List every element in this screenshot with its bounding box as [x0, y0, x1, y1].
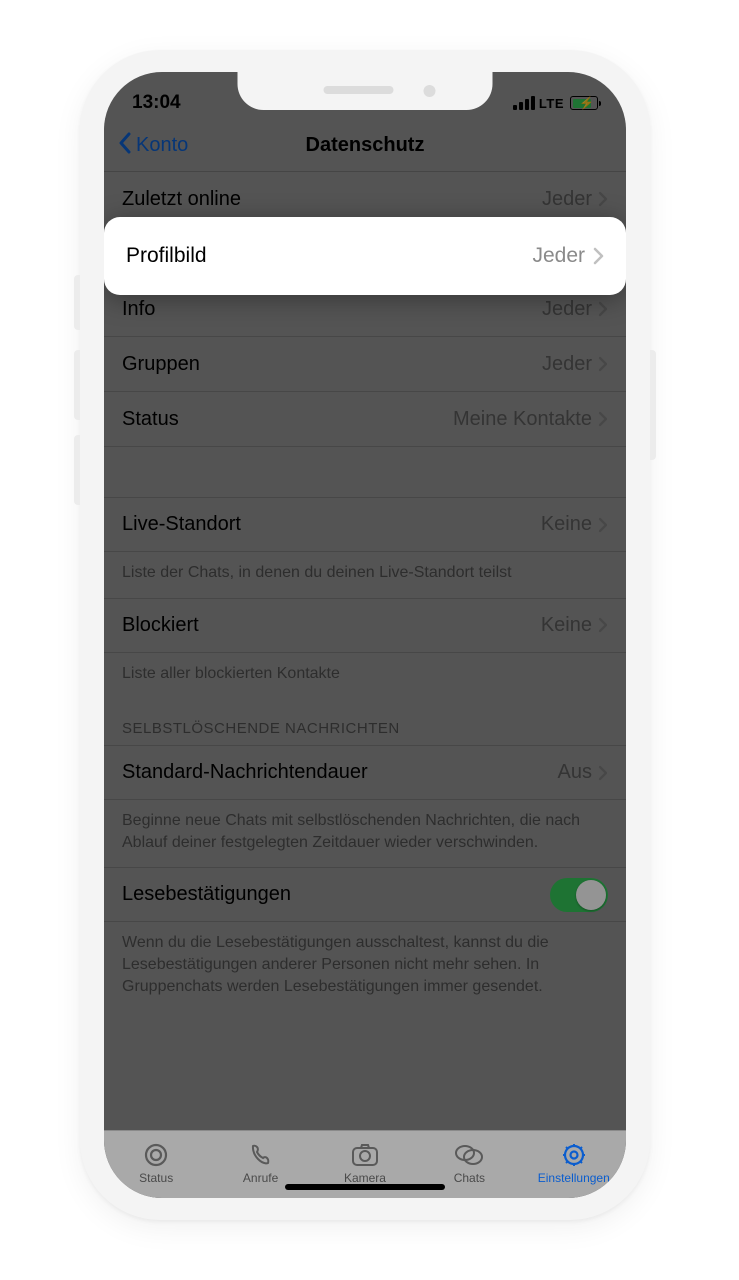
- tab-label: Anrufe: [243, 1171, 278, 1185]
- status-icon: [141, 1141, 171, 1169]
- nav-header: Konto Datenschutz: [104, 120, 626, 172]
- row-status[interactable]: Status Meine Kontakte: [104, 392, 626, 447]
- tab-label: Einstellungen: [538, 1171, 610, 1185]
- content: Zuletzt online Jeder Info Jeder Gruppen …: [104, 172, 626, 1130]
- battery-icon: ⚡: [570, 96, 598, 110]
- row-value: Jeder: [542, 353, 592, 376]
- row-label: Gruppen: [122, 353, 542, 376]
- tab-camera[interactable]: Kamera: [313, 1141, 417, 1185]
- chevron-right-icon: [598, 301, 608, 317]
- row-value: Jeder: [542, 188, 592, 211]
- page-title: Datenschutz: [306, 134, 425, 157]
- gear-icon: [559, 1141, 589, 1169]
- back-label: Konto: [136, 134, 188, 157]
- row-value: Meine Kontakte: [453, 408, 592, 431]
- row-label: Lesebestätigungen: [122, 883, 550, 906]
- chats-icon: [454, 1141, 484, 1169]
- network-label: LTE: [539, 96, 564, 111]
- row-value: Keine: [541, 614, 592, 637]
- chevron-left-icon: [118, 132, 132, 160]
- chevron-right-icon: [598, 517, 608, 533]
- row-value: Jeder: [532, 244, 585, 268]
- phone-icon: [246, 1141, 276, 1169]
- row-label: Standard-Nachrichtendauer: [122, 761, 558, 784]
- live-location-note: Liste der Chats, in denen du deinen Live…: [104, 552, 626, 598]
- row-label: Profilbild: [126, 244, 532, 268]
- tab-chats[interactable]: Chats: [417, 1141, 521, 1185]
- tab-label: Kamera: [344, 1171, 386, 1185]
- row-label: Blockiert: [122, 614, 541, 637]
- tab-settings[interactable]: Einstellungen: [522, 1141, 626, 1185]
- read-receipts-note: Wenn du die Lesebestätigungen ausschalte…: [104, 922, 626, 1011]
- chevron-right-icon: [598, 411, 608, 427]
- row-default-timer[interactable]: Standard-Nachrichtendauer Aus: [104, 745, 626, 800]
- row-value: Keine: [541, 513, 592, 536]
- screen: 13:04 LTE ⚡ Konto Datenschutz: [104, 72, 626, 1198]
- tab-calls[interactable]: Anrufe: [208, 1141, 312, 1185]
- phone-frame: 13:04 LTE ⚡ Konto Datenschutz: [80, 50, 650, 1220]
- row-read-receipts[interactable]: Lesebestätigungen: [104, 867, 626, 922]
- signal-icon: [513, 96, 535, 110]
- camera-icon: [350, 1141, 380, 1169]
- tab-status[interactable]: Status: [104, 1141, 208, 1185]
- chevron-right-icon: [598, 617, 608, 633]
- disappearing-header: SELBSTLÖSCHENDE NACHRICHTEN: [104, 698, 626, 745]
- tab-label: Chats: [454, 1171, 485, 1185]
- read-receipts-toggle[interactable]: [550, 878, 608, 912]
- row-live-location[interactable]: Live-Standort Keine: [104, 497, 626, 552]
- row-blocked[interactable]: Blockiert Keine: [104, 598, 626, 653]
- tab-label: Status: [139, 1171, 173, 1185]
- chevron-right-icon: [593, 247, 604, 265]
- blocked-note: Liste aller blockierten Kontakte: [104, 653, 626, 699]
- row-value: Jeder: [542, 298, 592, 321]
- row-label: Status: [122, 408, 453, 431]
- row-value: Aus: [558, 761, 592, 784]
- row-groups[interactable]: Gruppen Jeder: [104, 337, 626, 392]
- chevron-right-icon: [598, 356, 608, 372]
- default-timer-note: Beginne neue Chats mit selbstlöschenden …: [104, 800, 626, 867]
- back-button[interactable]: Konto: [118, 120, 188, 171]
- status-time: 13:04: [132, 92, 181, 114]
- chevron-right-icon: [598, 765, 608, 781]
- row-label: Info: [122, 298, 542, 321]
- chevron-right-icon: [598, 191, 608, 207]
- row-profile-picture[interactable]: Profilbild Jeder: [104, 217, 626, 295]
- tab-bar: Status Anrufe Kamera Chats: [104, 1130, 626, 1198]
- row-label: Zuletzt online: [122, 188, 542, 211]
- row-label: Live-Standort: [122, 513, 541, 536]
- notch: [238, 72, 493, 110]
